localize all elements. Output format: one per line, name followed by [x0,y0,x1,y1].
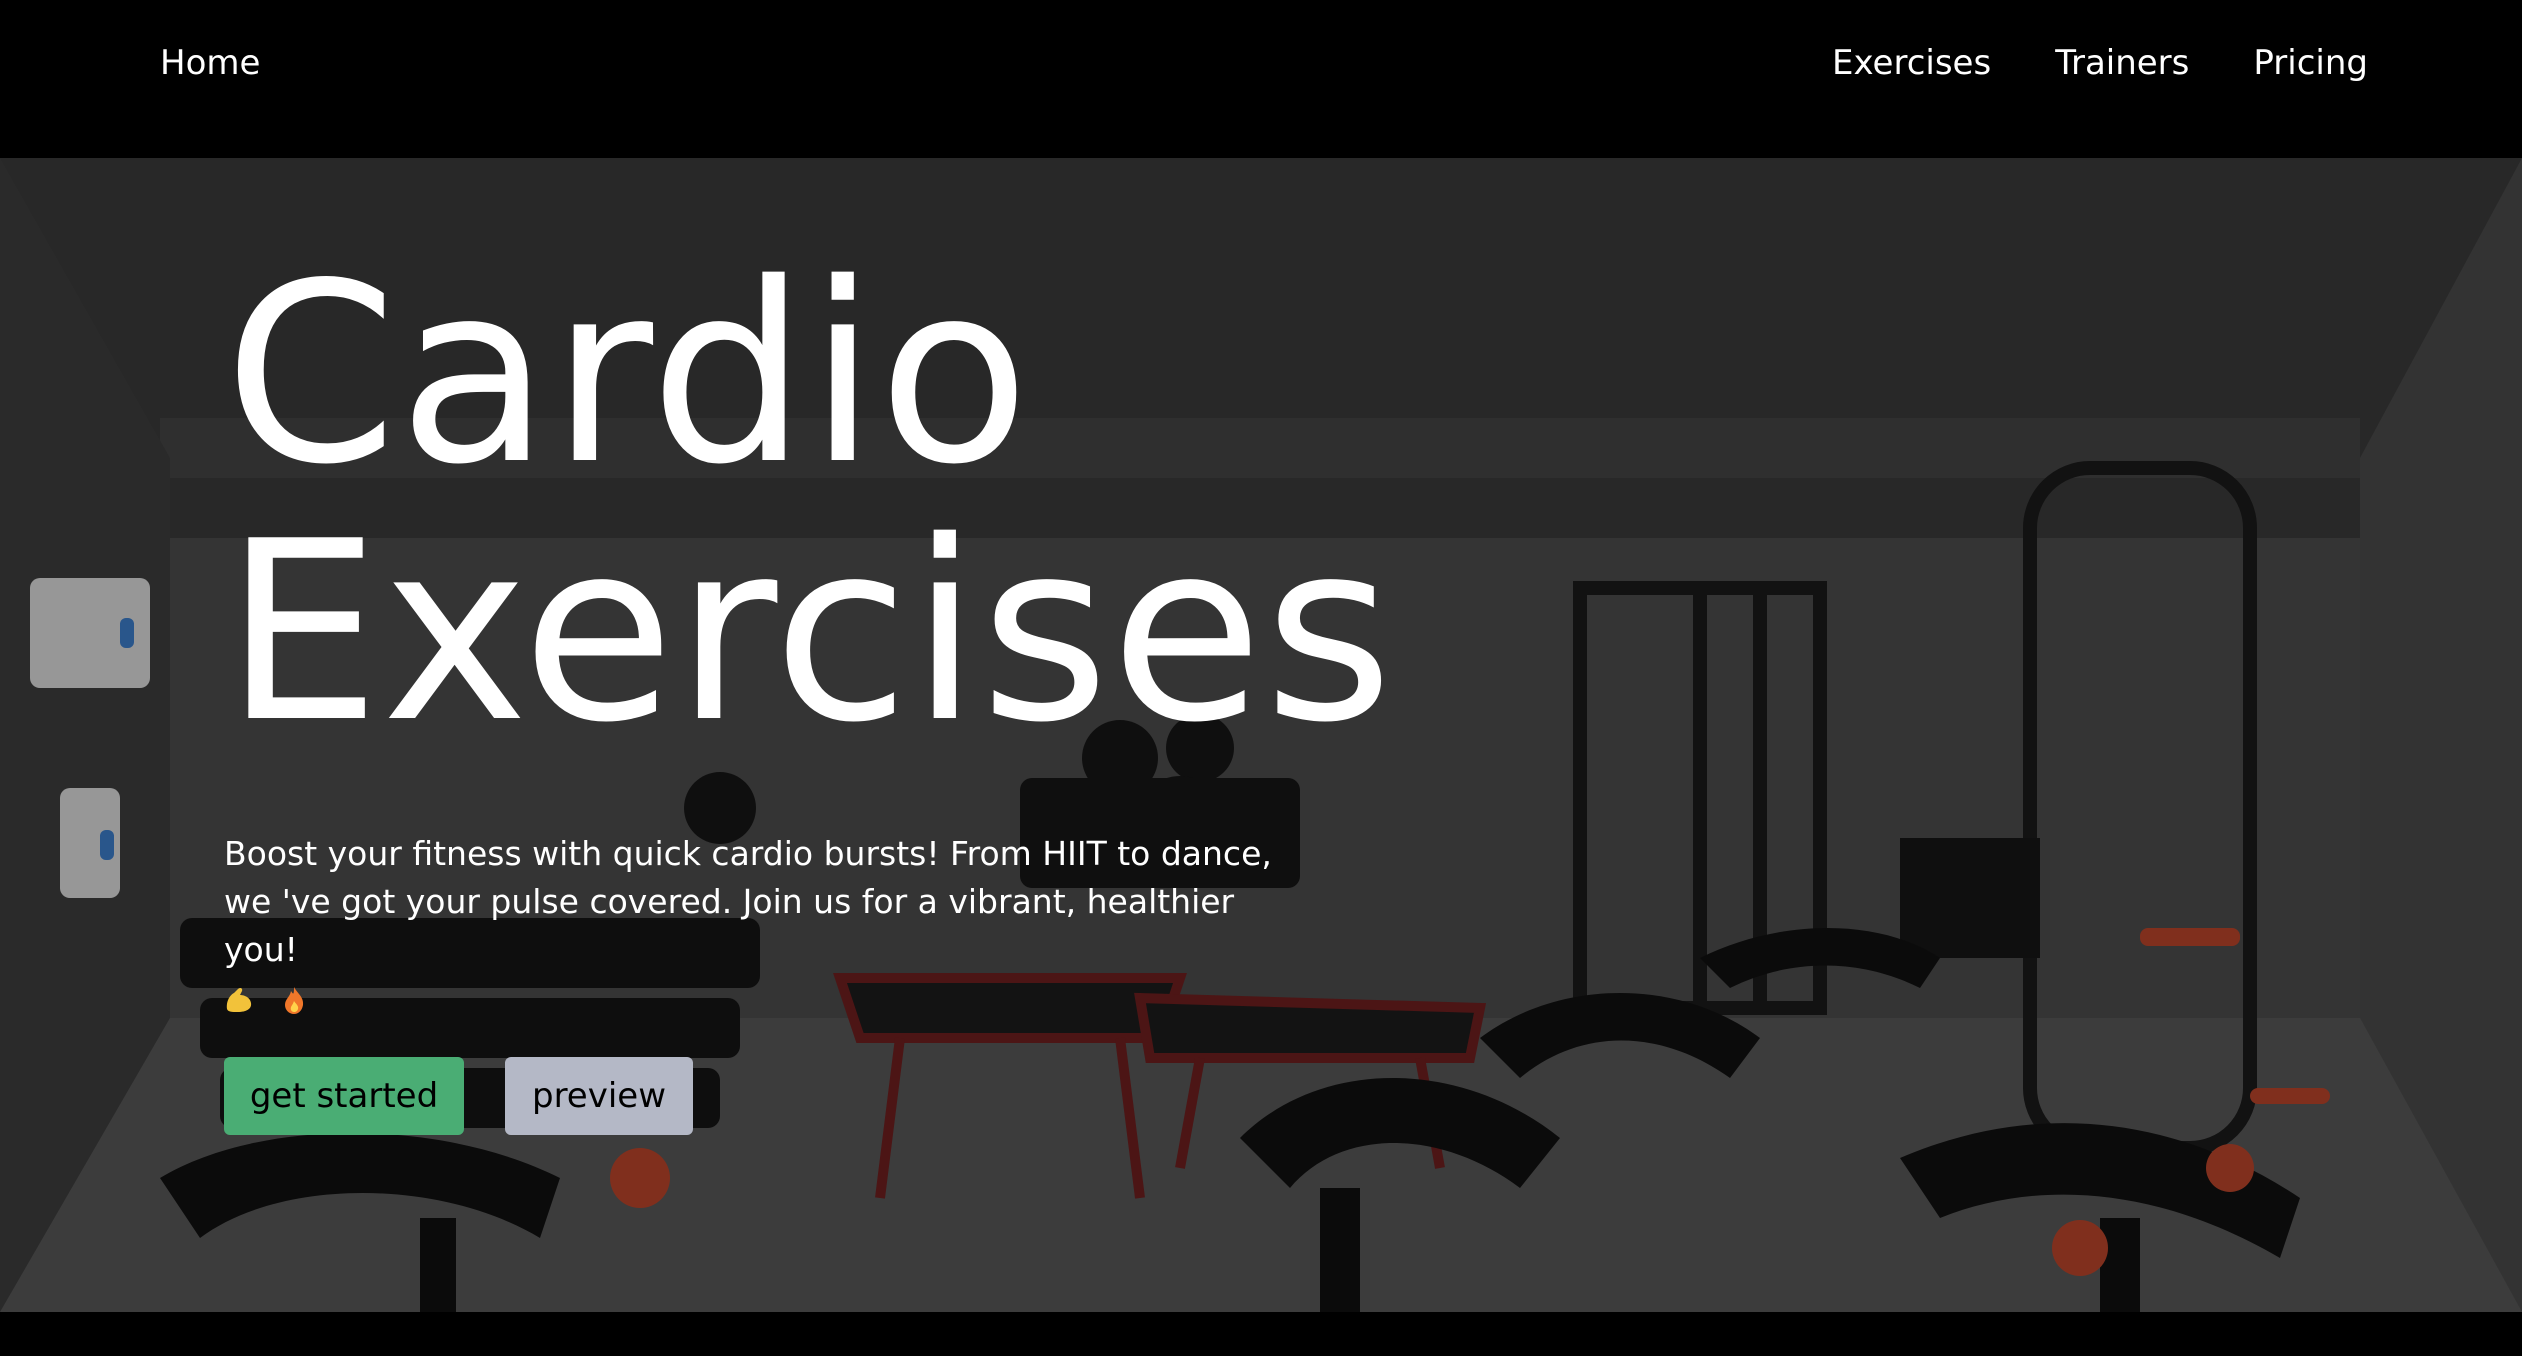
flexed-biceps-emoji [226,987,252,1012]
fire-emoji [284,986,303,1014]
nav-link-exercises[interactable]: Exercises [1832,40,1991,86]
hero-emoji-row [224,974,1304,1022]
hero-description-line-2: we 've got your pulse covered. Join us f… [224,882,1235,969]
nav-link-pricing[interactable]: Pricing [2253,40,2368,86]
bottom-bar [0,1312,2522,1356]
get-started-button[interactable]: get started [224,1057,464,1135]
nav-link-trainers[interactable]: Trainers [2055,40,2189,86]
hero-description: Boost your fitness with quick cardio bur… [224,830,1304,1022]
top-navbar: Home Exercises Trainers Pricing [0,0,2522,158]
nav-home-link[interactable]: Home [160,40,260,86]
hero-section: Cardio Exercises Boost your fitness with… [0,158,2522,1312]
hero-title-line-2: Exercises [224,489,1395,777]
hero-description-line-1: Boost your fitness with quick cardio bur… [224,834,1272,873]
nav-links: Exercises Trainers Pricing [1832,40,2368,86]
hero-title: Cardio Exercises [224,246,1394,762]
hero-title-line-1: Cardio [224,231,1031,519]
preview-button[interactable]: preview [505,1057,693,1135]
